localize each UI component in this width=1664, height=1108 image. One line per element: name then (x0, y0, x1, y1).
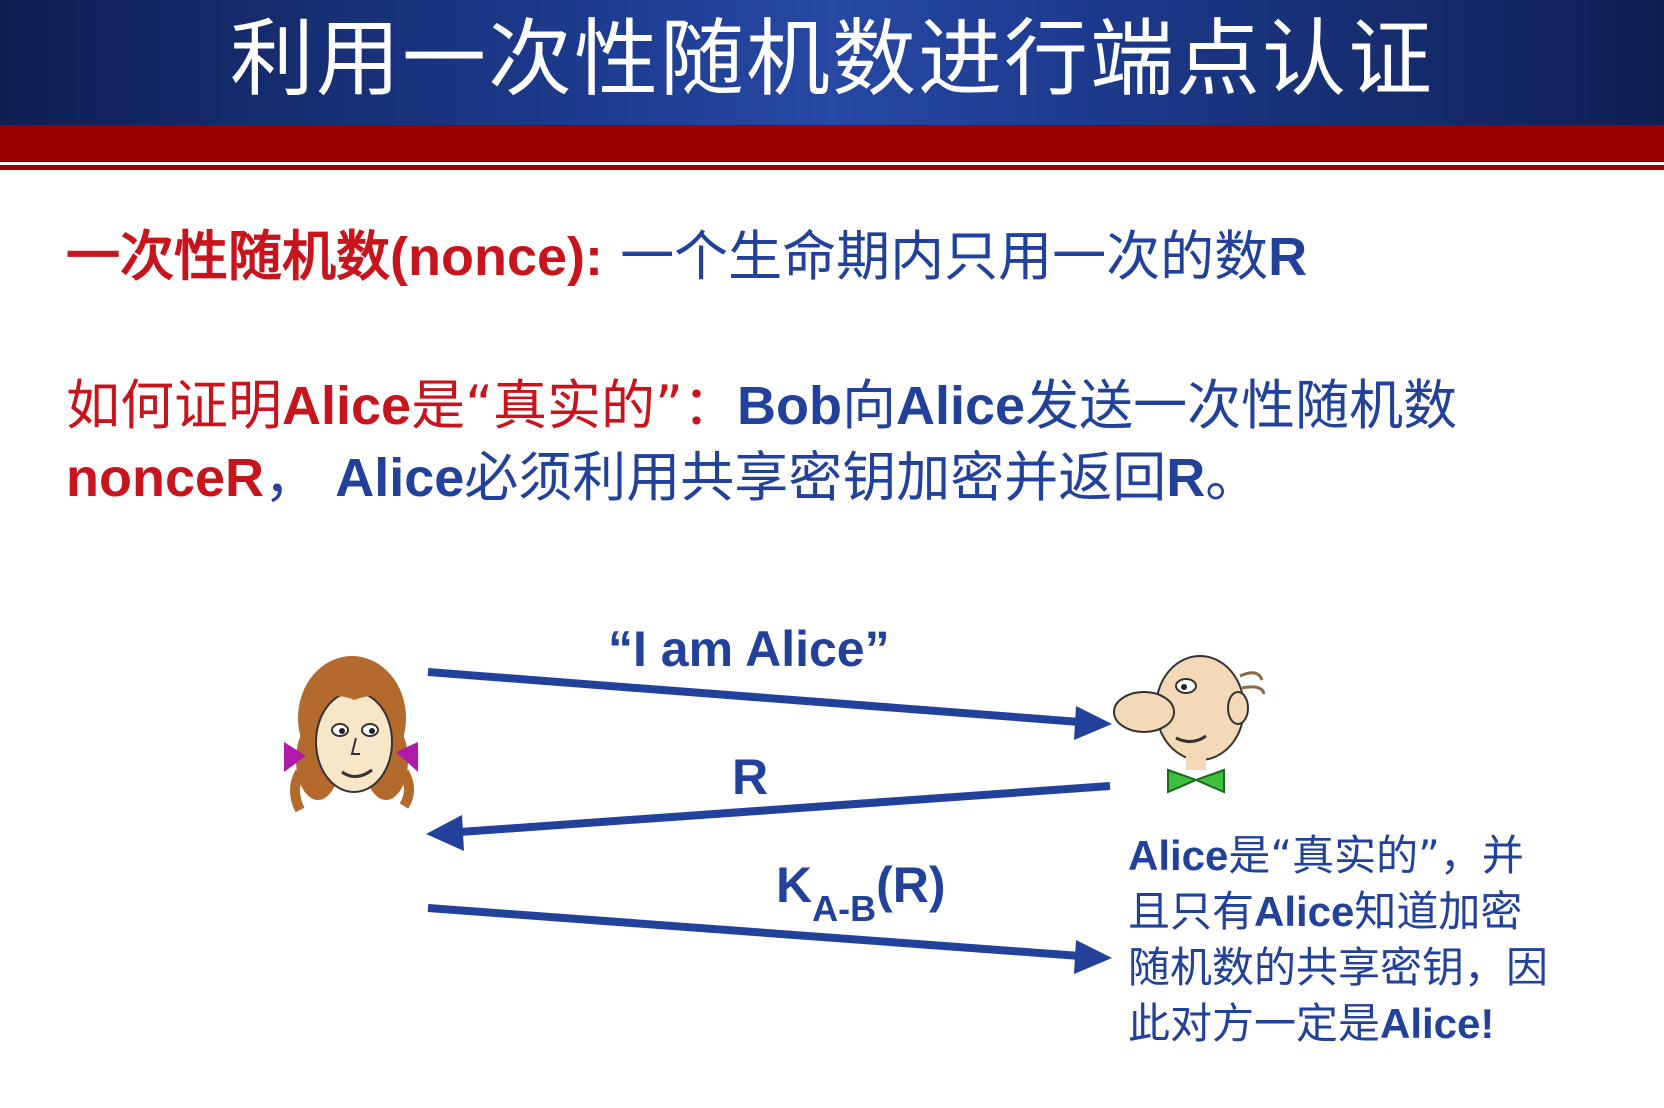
note-alice: Alice (1128, 832, 1229, 879)
bob-bowtie-right (1193, 768, 1225, 794)
bob-nose (1113, 691, 1175, 733)
conclusion-note: Alice是“真实的”，并且只有Alice知道加密随机数的共享密钥，因此对方一定… (1128, 828, 1548, 1052)
note-alice-3: Alice! (1380, 1000, 1495, 1047)
key-subscript: A-B (812, 888, 877, 929)
bob-bowtie-left (1167, 768, 1199, 794)
alice-avatar (284, 656, 418, 813)
arrow-alice-to-bob-1 (427, 668, 1112, 740)
message-encrypted-r: KA-B(R) (776, 856, 946, 929)
bob-avatar (1113, 655, 1266, 794)
message-r: R (732, 749, 769, 805)
arrow-alice-to-bob-2 (427, 904, 1112, 974)
message-i-am-alice: “I am Alice” (608, 621, 890, 677)
key-symbol: K (776, 857, 813, 913)
note-alice-2: Alice (1254, 888, 1355, 935)
key-argument: (R) (876, 857, 946, 913)
